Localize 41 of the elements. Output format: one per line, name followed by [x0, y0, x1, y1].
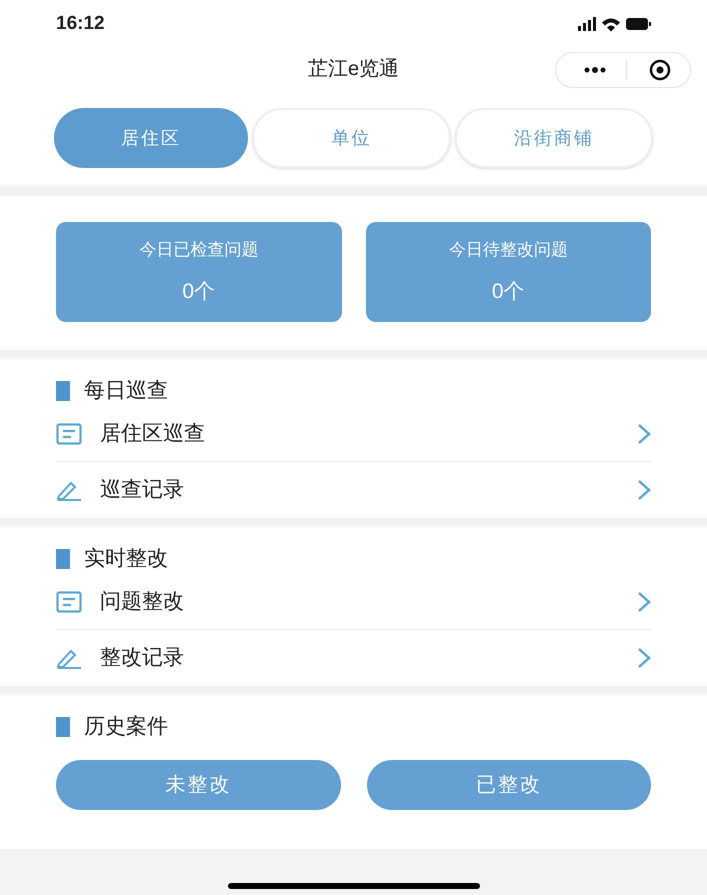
menu-label: 巡查记录 [100, 477, 185, 504]
section-marker [56, 381, 70, 401]
stat-value: 0个 [182, 279, 216, 305]
stat-label: 今日已检查问题 [139, 238, 258, 260]
document-icon [56, 590, 82, 612]
status-button[interactable]: 已整改 [366, 760, 651, 810]
chevron-right-icon [637, 590, 651, 612]
section-marker [56, 717, 70, 737]
battery-icon [626, 18, 651, 30]
signal-icon [578, 17, 596, 31]
menu-row[interactable]: 居住区巡查 [56, 406, 651, 462]
menu-row[interactable]: 整改记录 [56, 630, 651, 686]
stat-card[interactable]: 今日待整改问题 0个 [366, 222, 651, 322]
section-marker [56, 549, 70, 569]
section-title: 实时整改 [84, 546, 168, 572]
wifi-icon [602, 16, 620, 32]
menu-label: 整改记录 [100, 645, 185, 672]
stat-label: 今日待整改问题 [448, 238, 568, 260]
tab[interactable]: 居住区 [54, 108, 248, 168]
chevron-right-icon [637, 422, 651, 444]
chevron-right-icon [637, 647, 651, 669]
section-title: 每日巡查 [84, 378, 168, 404]
pencil-icon [56, 647, 82, 669]
more-icon[interactable] [584, 67, 606, 73]
menu-row[interactable]: 巡查记录 [56, 462, 651, 518]
status-time: 16:12 [56, 12, 105, 36]
document-icon [56, 422, 82, 444]
section-title: 历史案件 [84, 714, 168, 740]
pencil-icon [56, 479, 82, 501]
chevron-right-icon [637, 479, 651, 501]
capsule-menu[interactable] [555, 52, 691, 88]
stat-card[interactable]: 今日已检查问题 0个 [56, 222, 342, 322]
tab[interactable]: 沿街商铺 [454, 108, 653, 168]
menu-label: 居住区巡查 [100, 420, 206, 447]
status-button[interactable]: 未整改 [56, 760, 340, 810]
stat-value: 0个 [492, 279, 525, 305]
menu-row[interactable]: 问题整改 [56, 574, 651, 630]
menu-label: 问题整改 [100, 588, 185, 615]
target-icon[interactable] [649, 59, 671, 81]
tab[interactable]: 单位 [252, 108, 451, 168]
page-title: 芷江e览通 [308, 57, 400, 82]
